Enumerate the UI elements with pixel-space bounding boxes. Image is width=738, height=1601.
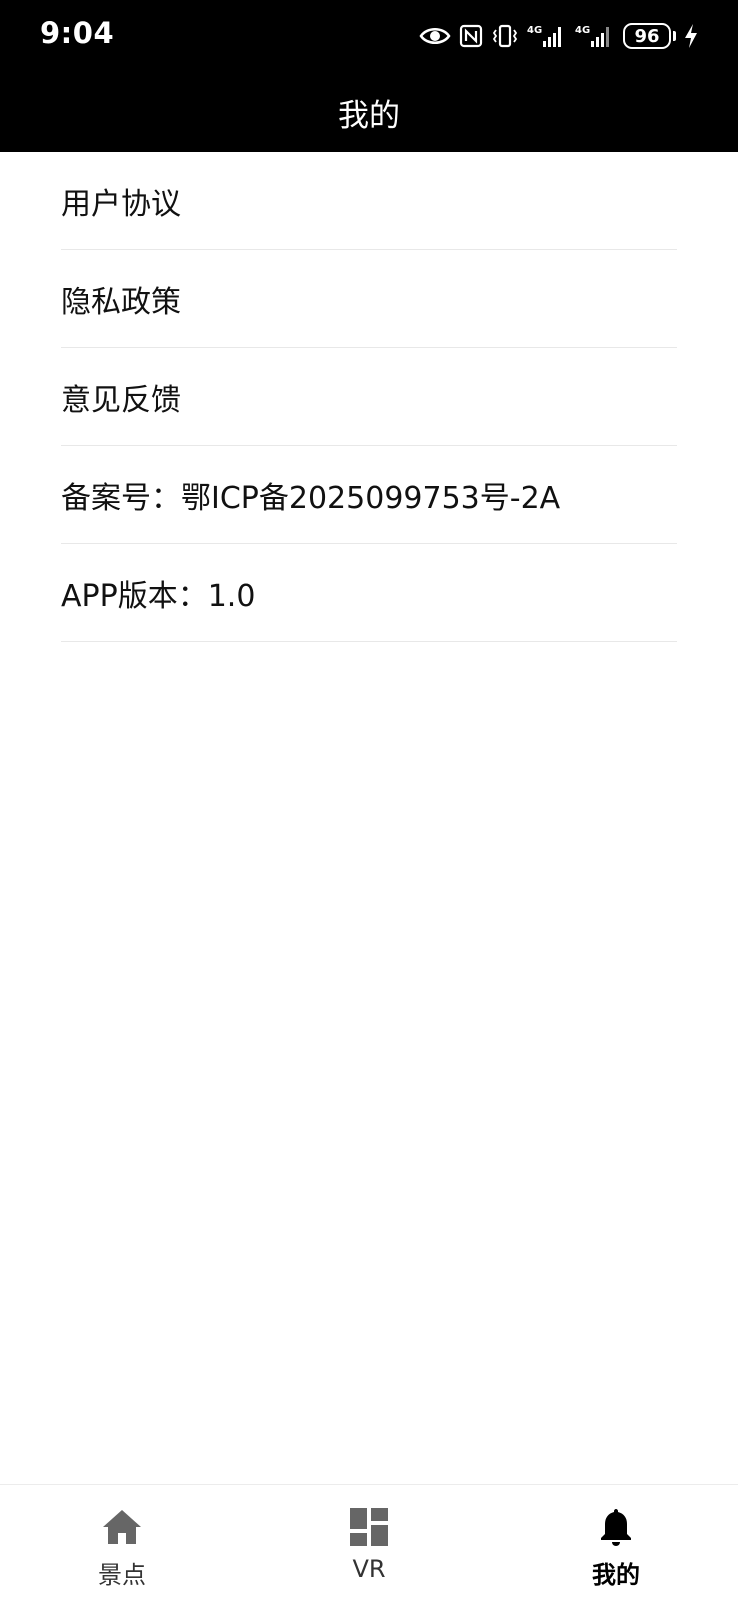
title-bar: 我的 [0,72,738,152]
eye-icon [419,25,451,47]
tab-label: 我的 [592,1561,640,1589]
vibrate-icon [491,24,519,48]
menu-item-label: APP版本：1.0 [61,578,256,614]
tab-label: 景点 [98,1561,146,1589]
menu-item-privacy-policy[interactable]: 隐私政策 [61,250,677,348]
menu-item-icp-record[interactable]: 备案号：鄂ICP备2025099753号-2A [61,446,677,544]
menu-list: 用户协议 隐私政策 意见反馈 备案号：鄂ICP备2025099753号-2A A… [61,152,677,642]
menu-item-label: 隐私政策 [61,284,181,320]
battery-tip [673,31,676,41]
menu-item-label: 备案号：鄂ICP备2025099753号-2A [61,480,561,516]
tab-vr[interactable]: VR [289,1485,449,1601]
charging-icon [684,23,698,49]
menu-item-feedback[interactable]: 意见反馈 [61,348,677,446]
bell-icon [598,1507,634,1547]
menu-item-label: 用户协议 [61,186,181,222]
battery-level: 96 [634,25,660,47]
signal-4g-icon: 4G [527,23,567,49]
svg-text:4G: 4G [575,25,590,36]
home-icon [101,1507,143,1547]
tab-mine[interactable]: 我的 [536,1485,696,1601]
page-title: 我的 [338,97,400,134]
battery-icon: 96 [623,23,671,49]
nfc-icon [459,24,483,48]
dashboard-icon [350,1507,388,1547]
bottom-tab-bar: 景点 VR 我的 [0,1484,738,1600]
status-bar: 9:04 4G 4G 96 [0,0,738,72]
menu-item-label: 意见反馈 [61,382,181,418]
tab-scenic-spots[interactable]: 景点 [42,1485,202,1601]
svg-text:4G: 4G [527,25,542,36]
status-icons: 4G 4G 96 [419,18,698,54]
menu-item-user-agreement[interactable]: 用户协议 [61,152,677,250]
status-time: 9:04 [40,16,115,50]
signal-4g-icon: 4G [575,23,615,49]
menu-item-app-version: APP版本：1.0 [61,544,677,642]
tab-label: VR [352,1555,386,1583]
